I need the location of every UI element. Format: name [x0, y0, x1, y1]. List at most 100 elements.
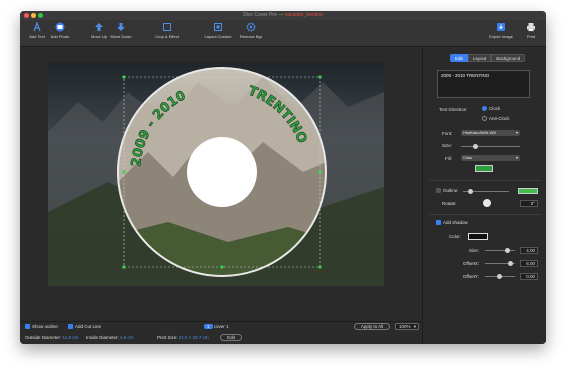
print-button[interactable]: Print — [524, 22, 538, 39]
divider — [429, 180, 541, 181]
fill-color-swatch[interactable] — [475, 165, 493, 172]
tab-background[interactable]: Background — [491, 54, 526, 62]
background-photo[interactable]: 2009 - 2010 TRENTINO — [48, 62, 384, 286]
add-cut-line-checkbox[interactable]: Add Cut Line — [68, 324, 101, 330]
show-outline-label: Show outline — [32, 324, 58, 329]
checkbox-checked[interactable] — [68, 324, 73, 330]
toolbar: Add Text Add Photo Move Up Move Down Cro… — [20, 20, 546, 47]
resize-handle[interactable] — [220, 265, 224, 269]
remove-background-label: Remove Bgr — [239, 34, 263, 39]
checkbox-unchecked[interactable] — [436, 188, 441, 194]
text-icon — [33, 22, 41, 32]
title-bar: Disc Cover Pro — vacation_trentino — [20, 11, 546, 20]
window-title: Disc Cover Pro — vacation_trentino — [243, 12, 323, 18]
app-window: Disc Cover Pro — vacation_trentino Add T… — [20, 11, 546, 344]
radio-selected[interactable] — [482, 106, 487, 112]
show-outline-checkbox[interactable]: Show outline — [25, 324, 58, 330]
print-size-label: Print Size: — [157, 335, 178, 340]
arrow-down-icon — [117, 23, 125, 31]
anti-clock-radio[interactable]: Anti-Clock — [482, 116, 510, 122]
layer-name[interactable]: cover 1 — [214, 324, 229, 329]
outline-label: Outline: — [443, 188, 459, 193]
crop-effect-label: Crop & Effect — [155, 34, 179, 39]
fill-label: Fill: — [445, 156, 452, 161]
inside-diameter-label: Inside Diameter: — [86, 335, 119, 340]
move-up-button[interactable]: Move Up — [90, 22, 108, 39]
font-select[interactable]: HiraKakuStdN-W8 ▾ — [461, 130, 520, 136]
app-name: Disc Cover Pro — [243, 12, 277, 18]
clock-radio[interactable]: Clock — [482, 106, 500, 112]
print-size-value: 21.0 × 29.7 cm — [178, 335, 209, 340]
photo-icon — [55, 22, 65, 32]
add-shadow-label: Add shadow — [443, 220, 468, 225]
shadow-size-slider[interactable] — [485, 248, 515, 253]
print-size: Print Size: 21.0 × 29.7 cm — [157, 335, 209, 340]
rotate-field[interactable]: 0° — [520, 200, 538, 207]
apply-to-all-label: Apply to All — [360, 324, 384, 329]
resize-handle[interactable] — [122, 170, 126, 174]
resize-handle[interactable] — [122, 265, 126, 269]
outline-color-swatch[interactable] — [518, 188, 538, 194]
bottom-bar: Show outline Add Cut Line 1 cover 1 Appl… — [20, 321, 422, 344]
chevron-down-icon: ▾ — [515, 155, 518, 160]
arrow-up-icon — [95, 23, 103, 31]
checkbox-checked[interactable] — [436, 220, 441, 226]
slider-knob[interactable] — [497, 274, 502, 279]
radio-unselected[interactable] — [482, 116, 487, 122]
fill-value: Color — [463, 155, 473, 160]
offset-x-field[interactable]: 6.00 — [520, 260, 538, 267]
disc-design: 2009 - 2010 TRENTINO — [48, 62, 384, 286]
offset-x-slider[interactable] — [485, 261, 515, 266]
move-down-button[interactable]: Move Down — [110, 22, 132, 39]
resize-handle[interactable] — [318, 75, 322, 79]
shadow-color-swatch[interactable] — [468, 233, 488, 240]
add-shadow-checkbox[interactable]: Add shadow — [436, 220, 468, 226]
slider-knob[interactable] — [473, 144, 478, 149]
resize-handle[interactable] — [318, 265, 322, 269]
crop-effect-button[interactable]: Crop & Effect — [153, 22, 181, 39]
inside-diameter: Inside Diameter: 4.6 cm — [86, 335, 134, 340]
add-photo-button[interactable]: Add Photo — [50, 22, 70, 39]
inspector-tabs: Edit Layout Background — [450, 54, 526, 62]
shadow-color-label: Color: — [449, 234, 462, 239]
outside-diameter-value: 11.8 cm — [62, 335, 79, 340]
checkbox-checked[interactable] — [25, 324, 30, 330]
tab-edit[interactable]: Edit — [450, 54, 468, 62]
export-icon — [497, 23, 505, 31]
zoom-value: 100% — [399, 324, 411, 329]
fill-select[interactable]: Color ▾ — [461, 155, 520, 161]
layout-custom-button[interactable]: Layout Custom — [203, 22, 233, 39]
tab-layout[interactable]: Layout — [467, 54, 492, 62]
offset-y-field[interactable]: 0.00 — [520, 273, 538, 280]
text-content-field[interactable]: 2009 - 2010 TRENTINO — [437, 70, 530, 98]
design-canvas[interactable]: 2009 - 2010 TRENTINO — [20, 48, 422, 321]
offset-y-slider[interactable] — [485, 274, 515, 279]
export-image-label: Export Image — [489, 34, 513, 39]
anti-clock-label: Anti-Clock — [489, 116, 510, 121]
slider-knob[interactable] — [508, 261, 513, 266]
remove-background-button[interactable]: Remove Bgr — [238, 22, 264, 39]
apply-to-all-button[interactable]: Apply to All — [354, 323, 390, 330]
slider-knob[interactable] — [468, 189, 473, 194]
zoom-select[interactable]: 100% ▾ — [395, 323, 419, 330]
gear-icon — [246, 22, 256, 32]
outline-checkbox[interactable]: Outline: — [436, 188, 459, 194]
layer-selector[interactable]: 1 cover 1 — [204, 324, 229, 329]
crop-icon — [163, 23, 171, 31]
shadow-size-label: Size: — [469, 248, 480, 253]
export-image-button[interactable]: Export Image — [488, 22, 514, 39]
outline-slider[interactable] — [463, 189, 509, 194]
layer-index[interactable]: 1 — [204, 324, 213, 329]
layout-custom-label: Layout Custom — [204, 34, 232, 39]
edit-print-size-button[interactable]: Edit — [220, 334, 242, 341]
outside-diameter: Outside Diameter: 11.8 cm — [25, 335, 78, 340]
add-photo-label: Add Photo — [50, 34, 70, 39]
rotate-dial[interactable] — [483, 199, 491, 207]
slider-knob[interactable] — [505, 248, 510, 253]
resize-handle[interactable] — [318, 170, 322, 174]
shadow-size-field[interactable]: 4.00 — [520, 247, 538, 254]
resize-handle[interactable] — [122, 75, 126, 79]
size-slider[interactable] — [461, 144, 520, 149]
add-text-button[interactable]: Add Text — [28, 22, 46, 39]
outside-diameter-label: Outside Diameter: — [25, 335, 62, 340]
